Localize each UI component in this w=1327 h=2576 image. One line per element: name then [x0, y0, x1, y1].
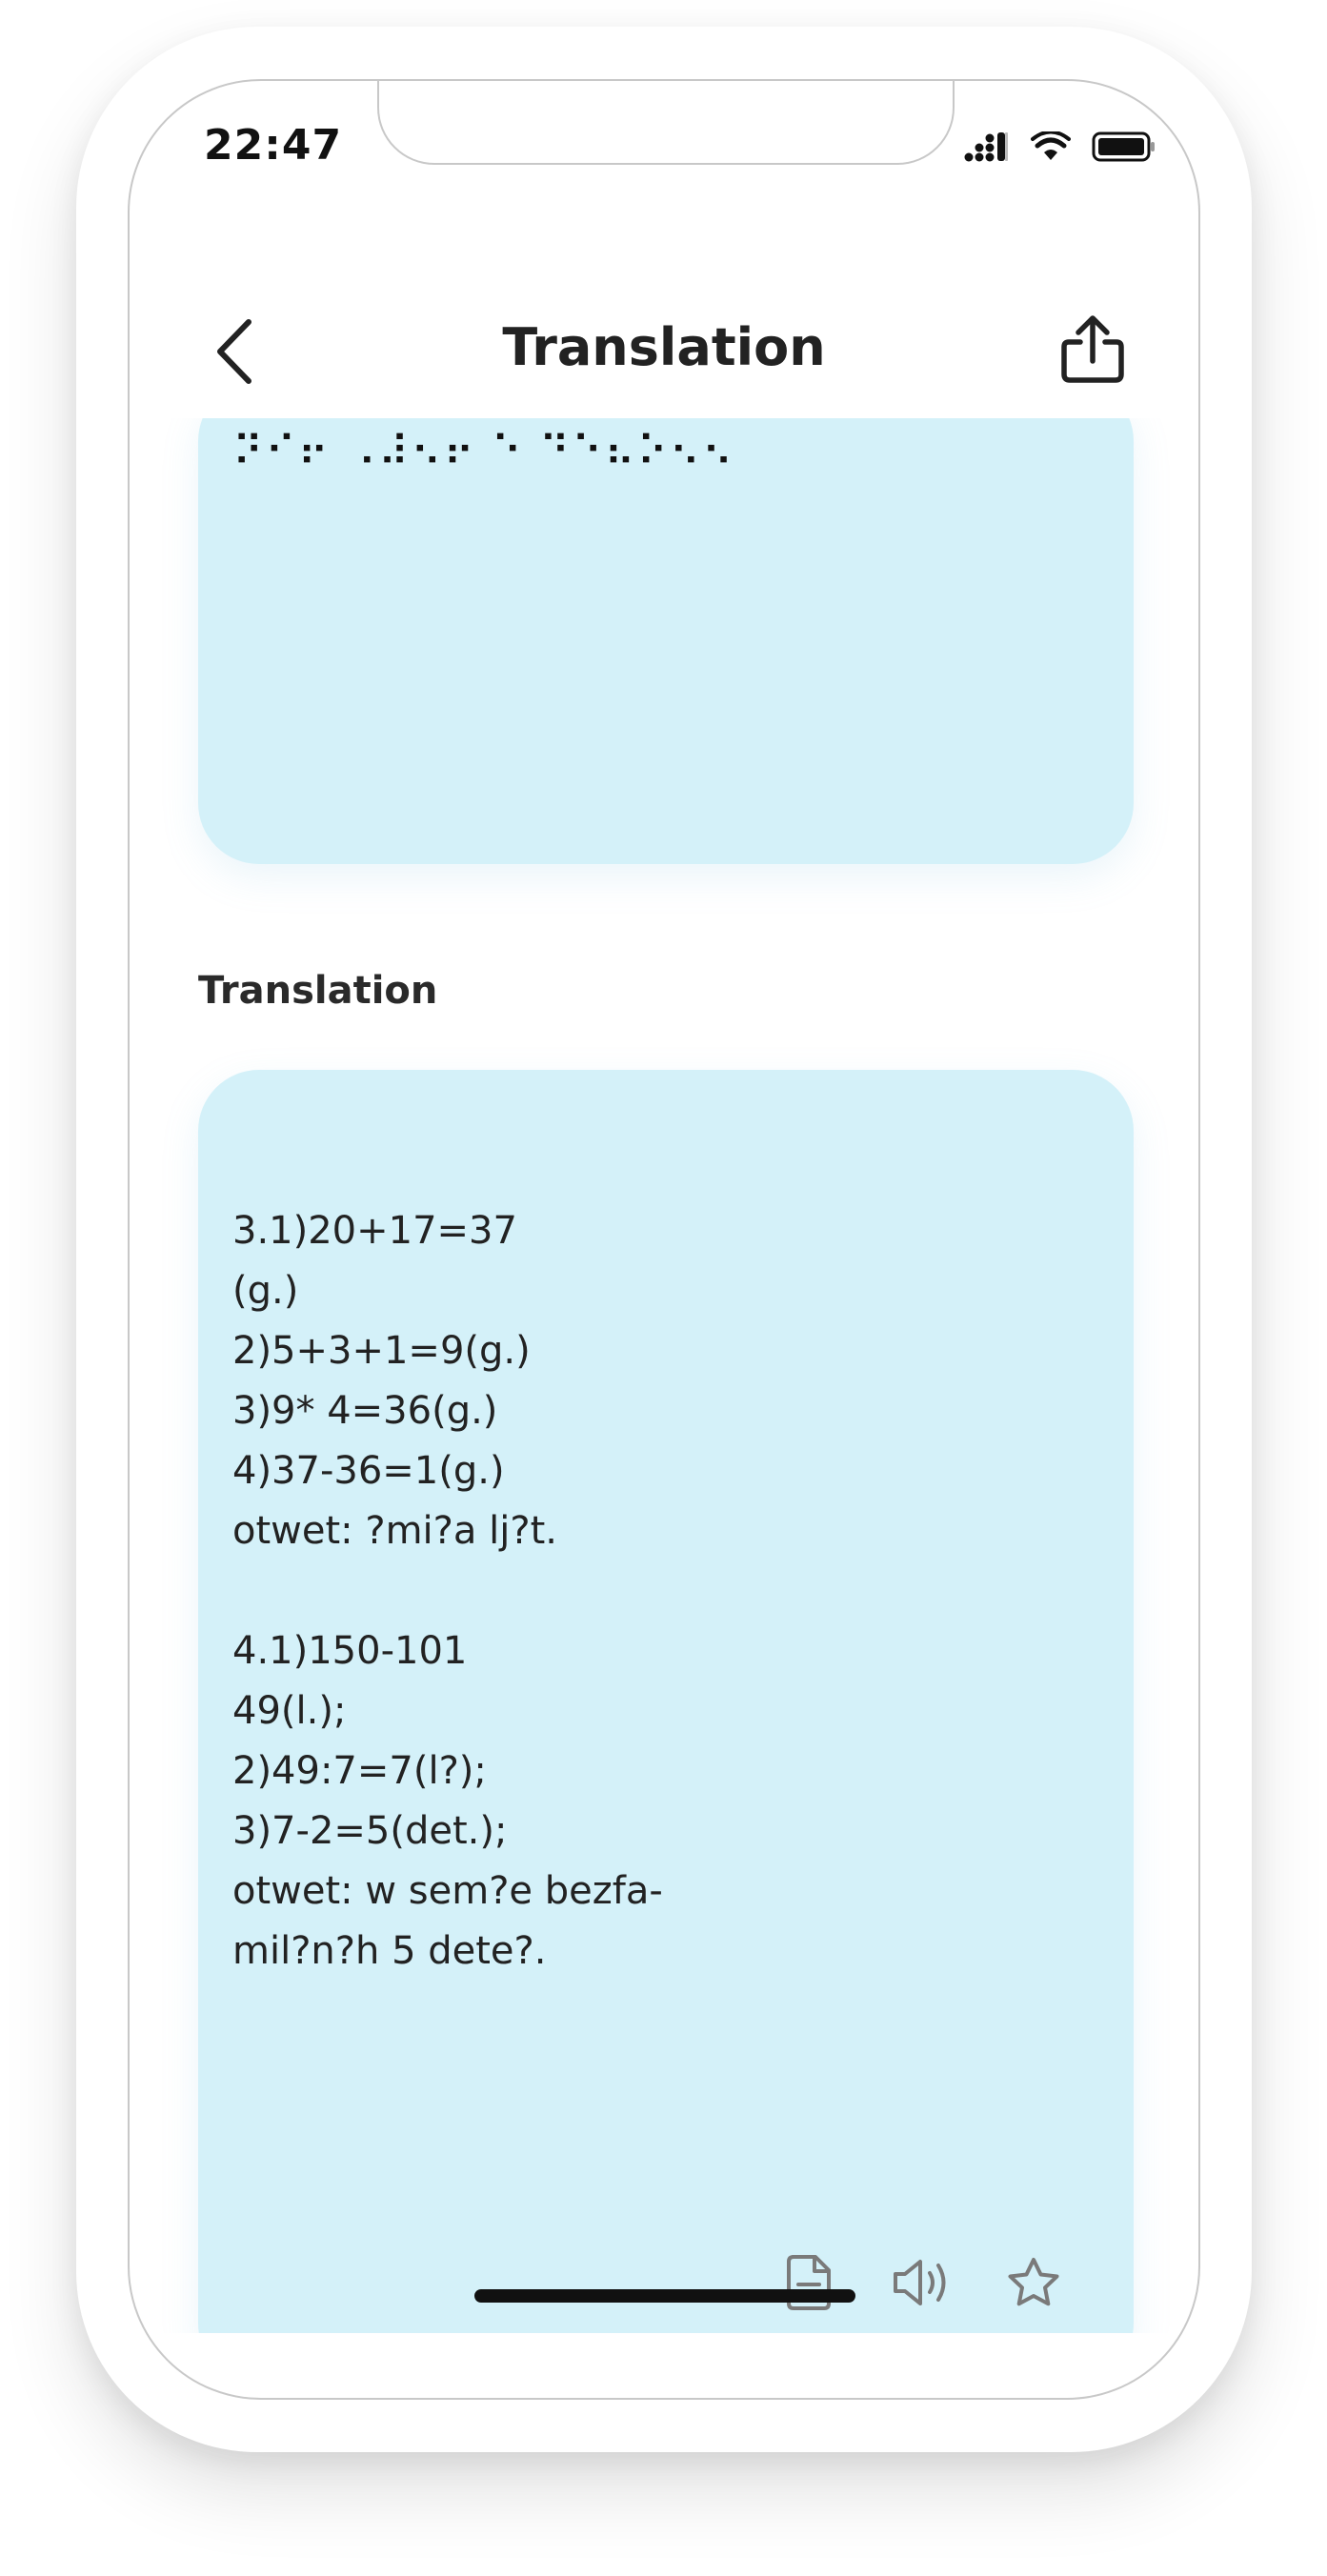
document-icon	[785, 2254, 833, 2315]
braille-card: ⠝⠊⠖ ⠠⠼⠢⠖ ⠑ ⠙⠑⠦⠕⠢⠢	[198, 418, 1134, 864]
speaker-icon	[892, 2257, 951, 2312]
share-button[interactable]	[1050, 308, 1136, 393]
wifi-icon	[1031, 130, 1071, 166]
home-indicator[interactable]	[474, 2289, 855, 2303]
scroll-content[interactable]: ⠝⠊⠖ ⠠⠼⠢⠖ ⠑ ⠙⠑⠦⠕⠢⠢ Translation 3.1)20+17=…	[130, 418, 1198, 2333]
battery-icon	[1092, 131, 1156, 167]
speak-button[interactable]	[890, 2253, 953, 2316]
translation-text: 3.1)20+17=37 (g.) 2)5+3+1=9(g.) 3)9* 4=3…	[232, 1209, 663, 1973]
braille-text: ⠝⠊⠖ ⠠⠼⠢⠖ ⠑ ⠙⠑⠦⠕⠢⠢	[232, 428, 735, 476]
cellular-signal-icon	[964, 131, 1010, 167]
stage: 22:47 Translation ⠝⠊⠖ ⠠⠼⠢⠖ ⠑ ⠙⠑⠦⠕⠢⠢ Tran…	[0, 0, 1327, 2576]
share-icon	[1059, 313, 1126, 388]
page-title: Translation	[502, 317, 826, 377]
top-bar: Translation	[130, 300, 1198, 405]
star-icon	[1006, 2256, 1061, 2313]
notch	[377, 81, 955, 165]
status-time: 22:47	[204, 121, 343, 170]
phone-screen: 22:47 Translation ⠝⠊⠖ ⠠⠼⠢⠖ ⠑ ⠙⠑⠦⠕⠢⠢ Tran…	[128, 79, 1200, 2400]
favorite-button[interactable]	[1002, 2253, 1065, 2316]
status-icons	[964, 130, 1156, 167]
card-actions	[777, 2253, 1065, 2316]
translation-section-label: Translation	[198, 969, 438, 1013]
translation-card: 3.1)20+17=37 (g.) 2)5+3+1=9(g.) 3)9* 4=3…	[198, 1070, 1134, 2333]
copy-text-button[interactable]	[777, 2253, 840, 2316]
